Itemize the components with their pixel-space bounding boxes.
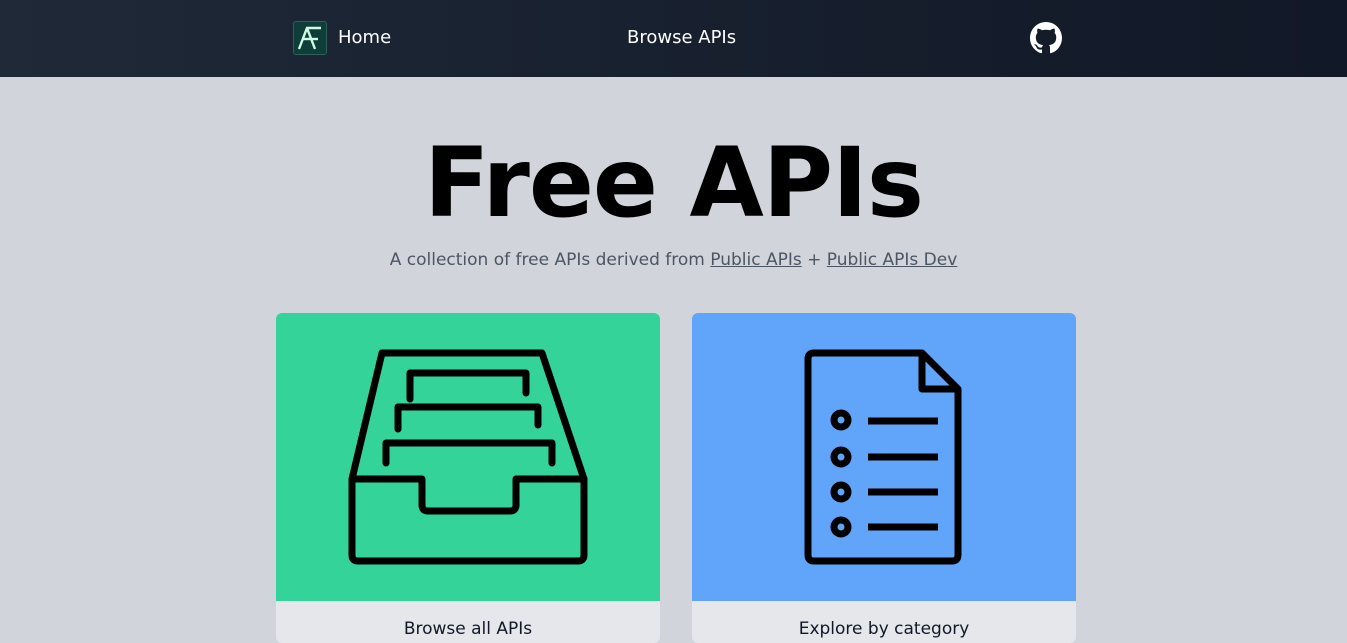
- public-apis-link[interactable]: Public APIs: [710, 250, 801, 270]
- file-cabinet-icon: [348, 349, 588, 565]
- github-icon[interactable]: [1030, 22, 1062, 54]
- card-browse-all-apis[interactable]: Browse all APIs: [276, 313, 660, 643]
- subtitle-separator: +: [801, 250, 827, 270]
- page-subtitle: A collection of free APIs derived from P…: [0, 249, 1347, 271]
- card-image: [276, 313, 660, 601]
- top-nav-bar: Home Browse APIs: [0, 0, 1347, 77]
- nav-home-link[interactable]: Home: [338, 26, 391, 50]
- card-explore-by-category[interactable]: Explore by category: [692, 313, 1076, 643]
- af-logo-icon[interactable]: [293, 21, 327, 55]
- page-title: Free APIs: [424, 127, 924, 239]
- document-list-icon: [804, 349, 962, 565]
- nav-browse-apis-link[interactable]: Browse APIs: [627, 26, 736, 50]
- subtitle-text: A collection of free APIs derived from: [389, 250, 711, 270]
- card-label: Browse all APIs: [403, 619, 533, 639]
- card-label: Explore by category: [798, 619, 970, 639]
- card-image: [692, 313, 1076, 601]
- public-apis-dev-link[interactable]: Public APIs Dev: [827, 250, 957, 270]
